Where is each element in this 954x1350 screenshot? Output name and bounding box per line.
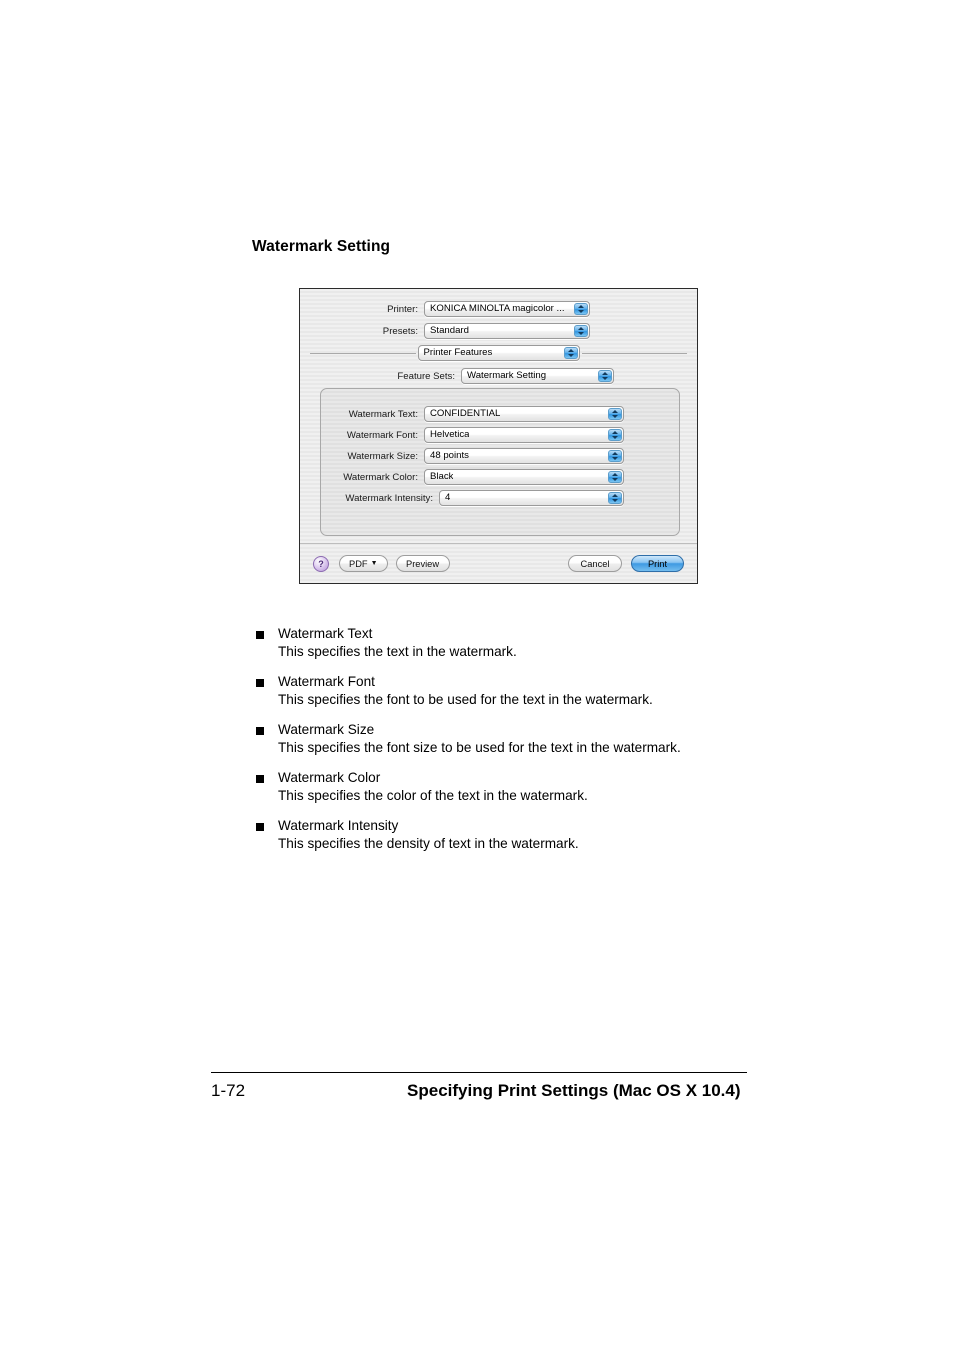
feature-sets-popup-value: Watermark Setting xyxy=(467,370,547,381)
printer-row: Printer: KONICA MINOLTA magicolor ... xyxy=(300,301,697,317)
page-title: Watermark Setting xyxy=(252,238,391,255)
divider-left xyxy=(310,352,416,354)
watermark-size-popup[interactable]: 48 points xyxy=(424,448,624,464)
watermark-color-popup[interactable]: Black xyxy=(424,469,624,485)
page-footer: 1-72 Specifying Print Settings (Mac OS X… xyxy=(211,1072,747,1101)
watermark-settings-group: Watermark Text: CONFIDENTIAL Watermark F… xyxy=(320,388,680,536)
chevron-updown-icon[interactable] xyxy=(608,429,622,441)
watermark-intensity-row: Watermark Intensity: 4 xyxy=(321,490,679,506)
chevron-updown-icon[interactable] xyxy=(608,471,622,483)
pane-popup[interactable]: Printer Features xyxy=(417,345,580,361)
description-list: Watermark Text This specifies the text i… xyxy=(256,625,726,865)
chevron-down-icon: ▼ xyxy=(370,560,378,567)
dialog-button-bar: ? PDF ▼ Preview Cancel Print xyxy=(300,543,697,583)
presets-popup[interactable]: Standard xyxy=(424,323,590,339)
list-item-text: This specifies the color of the text in … xyxy=(278,788,588,803)
page-number: 1-72 xyxy=(211,1081,246,1101)
chevron-updown-icon[interactable] xyxy=(608,408,622,420)
cancel-button[interactable]: Cancel xyxy=(568,555,622,572)
list-item: Watermark Intensity This specifies the d… xyxy=(256,817,726,853)
pane-popup-value: Printer Features xyxy=(423,347,493,358)
list-item: Watermark Text This specifies the text i… xyxy=(256,625,726,661)
print-button[interactable]: Print xyxy=(631,555,684,572)
watermark-color-value: Black xyxy=(430,471,454,482)
chevron-updown-icon[interactable] xyxy=(563,347,578,359)
list-item-text: This specifies the density of text in th… xyxy=(278,836,579,851)
help-icon[interactable]: ? xyxy=(313,555,329,572)
watermark-text-row: Watermark Text: CONFIDENTIAL xyxy=(321,406,679,422)
square-bullet-icon xyxy=(256,727,264,735)
watermark-font-label: Watermark Font: xyxy=(346,429,418,441)
feature-sets-label: Feature Sets: xyxy=(397,370,455,382)
watermark-font-popup[interactable]: Helvetica xyxy=(424,427,624,443)
list-item-title: Watermark Color xyxy=(278,770,381,785)
watermark-intensity-value: 4 xyxy=(445,492,451,503)
presets-popup-value: Standard xyxy=(430,325,469,336)
footer-divider xyxy=(211,1072,747,1074)
list-item: Watermark Font This specifies the font t… xyxy=(256,673,726,709)
preview-button[interactable]: Preview xyxy=(395,555,450,572)
divider-right xyxy=(581,352,687,354)
list-item-title: Watermark Text xyxy=(278,626,373,641)
list-item-title: Watermark Size xyxy=(278,722,375,737)
list-item: Watermark Size This specifies the font s… xyxy=(256,721,726,757)
presets-row: Presets: Standard xyxy=(300,323,697,339)
square-bullet-icon xyxy=(256,823,264,831)
printer-popup-value: KONICA MINOLTA magicolor ... xyxy=(430,303,565,314)
pdf-button-label: PDF xyxy=(349,558,368,569)
watermark-color-row: Watermark Color: Black xyxy=(321,469,679,485)
chevron-updown-icon[interactable] xyxy=(574,325,588,337)
watermark-color-label: Watermark Color: xyxy=(343,471,418,483)
list-item-text: This specifies the font size to be used … xyxy=(278,740,681,755)
feature-sets-popup[interactable]: Watermark Setting xyxy=(461,368,614,384)
square-bullet-icon xyxy=(256,631,264,639)
chevron-updown-icon[interactable] xyxy=(574,303,588,315)
list-item-text: This specifies the font to be used for t… xyxy=(278,692,653,707)
square-bullet-icon xyxy=(256,679,264,687)
list-item-title: Watermark Intensity xyxy=(278,818,399,833)
watermark-font-value: Helvetica xyxy=(430,429,470,440)
watermark-text-label: Watermark Text: xyxy=(348,408,418,420)
print-dialog: Printer: KONICA MINOLTA magicolor ... Pr… xyxy=(299,288,698,584)
watermark-text-popup[interactable]: CONFIDENTIAL xyxy=(424,406,624,422)
list-item-text: This specifies the text in the watermark… xyxy=(278,644,517,659)
watermark-intensity-label: Watermark Intensity: xyxy=(345,492,433,504)
watermark-intensity-popup[interactable]: 4 xyxy=(439,490,624,506)
chevron-updown-icon[interactable] xyxy=(608,450,622,462)
watermark-text-value: CONFIDENTIAL xyxy=(430,408,501,419)
square-bullet-icon xyxy=(256,775,264,783)
watermark-size-row: Watermark Size: 48 points xyxy=(321,448,679,464)
footer-title: Specifying Print Settings (Mac OS X 10.4… xyxy=(407,1081,741,1101)
printer-popup[interactable]: KONICA MINOLTA magicolor ... xyxy=(424,301,590,317)
watermark-size-value: 48 points xyxy=(430,450,469,461)
list-item-title: Watermark Font xyxy=(278,674,375,689)
pdf-button[interactable]: PDF ▼ xyxy=(339,555,388,572)
watermark-size-label: Watermark Size: xyxy=(347,450,418,462)
chevron-updown-icon[interactable] xyxy=(598,370,612,382)
feature-sets-row: Feature Sets: Watermark Setting xyxy=(300,368,697,384)
presets-label: Presets: xyxy=(382,325,418,337)
printer-label: Printer: xyxy=(387,303,418,315)
chevron-updown-icon[interactable] xyxy=(608,492,622,504)
watermark-font-row: Watermark Font: Helvetica xyxy=(321,427,679,443)
pane-selector-row: Printer Features xyxy=(310,345,687,361)
list-item: Watermark Color This specifies the color… xyxy=(256,769,726,805)
